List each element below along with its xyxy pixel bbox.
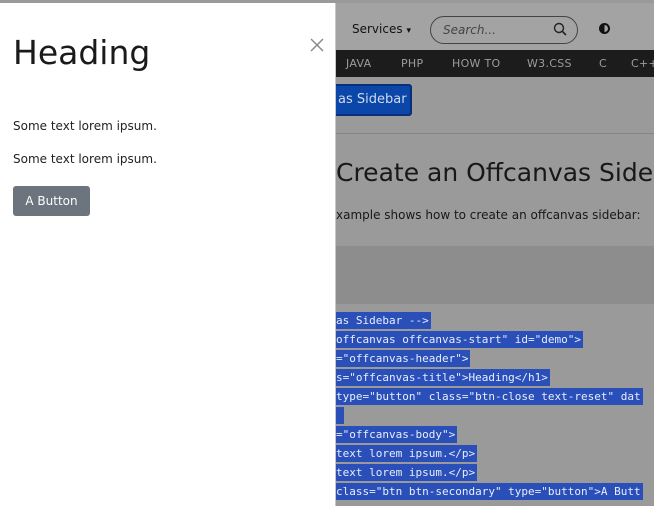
- caret-down-icon: ▾: [406, 26, 411, 36]
- search-icon[interactable]: [553, 22, 567, 36]
- search-placeholder: Search...: [443, 23, 496, 37]
- code-line: s="offcanvas-title">Heading</h1>: [336, 369, 550, 386]
- code-line: offcanvas offcanvas-start" id="demo">: [336, 331, 584, 348]
- code-line: text lorem ipsum.</p>: [336, 445, 478, 462]
- code-line: as Sidebar -->: [336, 312, 431, 329]
- nav-item-how-to[interactable]: HOW TO: [452, 57, 500, 70]
- code-line: text lorem ipsum.</p>: [336, 464, 478, 481]
- page-description: xample shows how to create an offcanvas …: [336, 208, 641, 222]
- close-icon[interactable]: [308, 36, 326, 54]
- nav-item-c[interactable]: C: [599, 57, 607, 70]
- example-panel: [336, 246, 654, 304]
- offcanvas-text-2: Some text lorem ipsum.: [13, 152, 157, 166]
- code-line: [336, 407, 344, 424]
- secondary-button[interactable]: A Button: [13, 186, 90, 216]
- contrast-toggle-icon[interactable]: [599, 23, 610, 34]
- code-line: type="button" class="btn-close text-rese…: [336, 388, 643, 405]
- code-line: class="btn btn-secondary" type="button">…: [336, 483, 643, 500]
- services-menu[interactable]: Services ▾: [352, 22, 411, 36]
- nav-item-w3css[interactable]: W3.CSS: [527, 57, 572, 70]
- code-line: ="offcanvas-header">: [336, 350, 471, 367]
- nav-item-java[interactable]: JAVA: [346, 57, 371, 70]
- offcanvas-title: Heading: [13, 33, 151, 72]
- search-input[interactable]: Search...: [430, 16, 578, 44]
- code-line: ="offcanvas-body">: [336, 426, 458, 443]
- nav-item-php[interactable]: PHP: [401, 57, 423, 70]
- services-label: Services: [352, 22, 403, 36]
- offcanvas-text-1: Some text lorem ipsum.: [13, 119, 157, 133]
- divider: [336, 133, 654, 134]
- nav-item-cpp[interactable]: C++: [631, 57, 654, 70]
- page-heading: Create an Offcanvas Sidebar: [336, 158, 654, 187]
- offcanvas-sidebar: Heading Some text lorem ipsum. Some text…: [0, 3, 336, 506]
- page: Services ▾ Search... JAVA PHP HOW TO W3.…: [0, 0, 654, 506]
- code-block: as Sidebar --> offcanvas offcanvas-start…: [336, 312, 654, 506]
